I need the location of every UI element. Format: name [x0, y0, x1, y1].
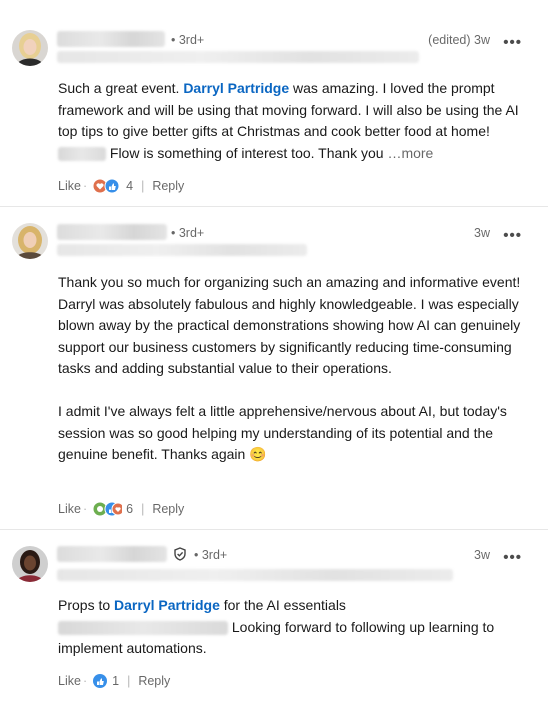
comment-timestamp: (edited) 3w [428, 33, 490, 47]
redacted-mention[interactable] [58, 620, 228, 635]
connection-degree: • 3rd+ [194, 548, 228, 562]
mention-link[interactable]: Darryl Partridge [114, 597, 220, 613]
like-reaction-icon[interactable] [92, 673, 108, 689]
commenter-name-redacted[interactable] [57, 31, 165, 47]
connection-degree: • 3rd+ [171, 33, 205, 47]
verified-shield-icon [173, 547, 187, 566]
comment-divider [0, 206, 548, 207]
commenter-avatar[interactable] [12, 546, 48, 582]
comment-actions: Like · 1 | Reply [58, 673, 171, 689]
commenter-avatar[interactable] [12, 223, 48, 259]
commenter-name-redacted[interactable] [57, 546, 167, 562]
commenter-headline-redacted [57, 569, 453, 581]
reactions-icon[interactable] [92, 178, 122, 194]
reaction-count[interactable]: 1 [112, 674, 119, 688]
comment-actions: Like · 6 | Reply [58, 501, 185, 517]
comment-text: Props to Darryl Partridge for the AI ess… [58, 597, 495, 656]
comment-actions: Like · 4 | Reply [58, 178, 185, 194]
more-options-icon[interactable]: ••• [503, 550, 522, 565]
reply-button[interactable]: Reply [152, 179, 184, 193]
commenter-headline-redacted [57, 244, 307, 256]
comment-timestamp: 3w [474, 226, 490, 240]
like-button[interactable]: Like [58, 674, 81, 688]
reactions-icon[interactable] [92, 501, 123, 517]
commenter-avatar[interactable] [12, 30, 48, 66]
more-options-icon[interactable]: ••• [503, 35, 522, 50]
comment-paragraph: I admit I've always felt a little appreh… [58, 403, 507, 462]
comment-text: Such a great event. Darryl Partridge was… [58, 80, 519, 161]
comment-text: Thank you so much for organizing such an… [58, 272, 534, 466]
reply-button[interactable]: Reply [152, 502, 184, 516]
see-more-link[interactable]: …more [387, 145, 433, 161]
comment-timestamp: 3w [474, 548, 490, 562]
comment-divider [0, 529, 548, 530]
like-button[interactable]: Like [58, 179, 81, 193]
more-options-icon[interactable]: ••• [503, 228, 522, 243]
reply-button[interactable]: Reply [138, 674, 170, 688]
commenter-headline-redacted [57, 51, 419, 63]
redacted-mention[interactable] [58, 146, 106, 161]
commenter-name-redacted[interactable] [57, 224, 167, 240]
reaction-count[interactable]: 4 [126, 179, 133, 193]
connection-degree: • 3rd+ [171, 226, 205, 240]
mention-link[interactable]: Darryl Partridge [183, 80, 289, 96]
like-button[interactable]: Like [58, 502, 81, 516]
reaction-count[interactable]: 6 [126, 502, 133, 516]
comment-paragraph: Thank you so much for organizing such an… [58, 274, 521, 376]
